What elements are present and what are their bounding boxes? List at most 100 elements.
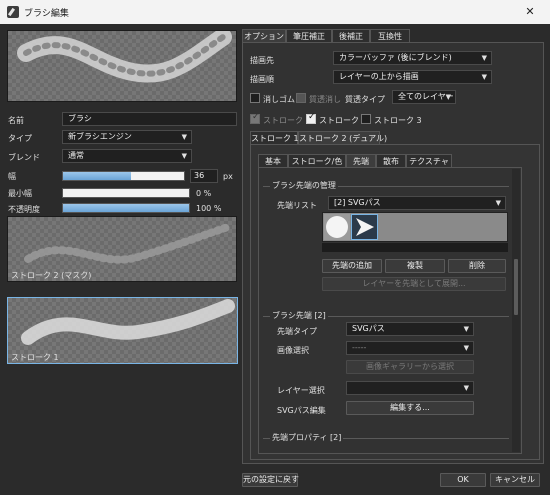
circle-tip-icon	[326, 216, 348, 238]
width-slider[interactable]	[62, 171, 185, 181]
brush-app-icon	[7, 6, 19, 18]
tab-stroke-color[interactable]: ストローク/色	[288, 154, 346, 168]
minwidth-value: 0 %	[196, 189, 212, 198]
draw-order-select[interactable]: レイヤーの上から描画 ▼	[333, 70, 492, 84]
lock-type-label: 質透タイプ	[345, 95, 385, 104]
tip2-title: ブラシ先端 [2]	[270, 310, 328, 321]
delete-tip-button[interactable]: 削除	[448, 259, 506, 273]
tab-stroke1[interactable]: ストローク 1	[250, 131, 299, 145]
add-tip-button[interactable]: 先端の追加	[322, 259, 382, 273]
tip-thumbnail-scroll[interactable]	[322, 243, 508, 252]
transparent-eraser-label: 質透消し	[309, 95, 341, 104]
stroke2-checkbox[interactable]	[306, 112, 316, 124]
layer-select-label: レイヤー選択	[277, 386, 325, 395]
stroke2-preview[interactable]: ストローク 2 (マスク)	[7, 216, 237, 282]
chevron-down-icon: ▼	[481, 73, 487, 81]
tip-list-value: [2] SVGパス	[334, 198, 381, 207]
transparent-eraser-checkbox[interactable]	[296, 93, 306, 103]
close-button[interactable]: ✕	[510, 0, 550, 24]
name-input[interactable]: ブラシ	[62, 112, 237, 126]
chevron-down-icon: ▼	[181, 152, 187, 160]
stroke1-checkbox[interactable]	[250, 112, 260, 124]
opacity-slider-fill	[63, 204, 189, 212]
minwidth-label: 最小幅	[8, 189, 32, 198]
eraser-checkbox[interactable]	[250, 93, 260, 103]
tip-panel-scrollbar[interactable]	[512, 169, 520, 452]
chevron-down-icon: ▼	[481, 54, 487, 62]
lock-type-select[interactable]: 全てのレイヤー ▼	[392, 90, 456, 104]
draw-target-value: カラーバッファ (後にブレンド)	[339, 53, 452, 62]
tip-list-select[interactable]: [2] SVGパス ▼	[328, 196, 506, 210]
tip-manage-title: ブラシ先端の管理	[270, 180, 338, 191]
svg-edit-button[interactable]: 編集する...	[346, 401, 474, 415]
stroke1-check-label: ストローク 1	[263, 116, 311, 125]
width-unit: px	[223, 172, 233, 181]
reset-button[interactable]: 元の設定に戻す	[242, 473, 299, 487]
draw-order-value: レイヤーの上から描画	[339, 72, 419, 81]
scrollbar-thumb[interactable]	[514, 259, 518, 315]
minwidth-slider[interactable]	[62, 188, 190, 198]
chevron-down-icon: ▼	[463, 325, 469, 333]
blend-select-value: 通常	[68, 151, 84, 160]
tab-postcorrection[interactable]: 後補正	[332, 29, 370, 43]
preview-stroke-graphic	[17, 31, 232, 83]
width-input[interactable]: 36	[190, 169, 218, 183]
tip-thumbnail-circle[interactable]	[324, 214, 350, 240]
stroke3-check-label: ストローク 3	[374, 116, 422, 125]
stroke2-check-label: ストローク 2	[319, 116, 367, 125]
stroke1-preview[interactable]: ストローク 1	[7, 297, 238, 364]
stroke1-preview-label: ストローク 1	[11, 353, 59, 362]
stroke3-checkbox[interactable]	[361, 114, 371, 124]
arrow-tip-icon	[356, 218, 374, 236]
chevron-down-icon: ▼	[463, 384, 469, 392]
tip-list-label: 先端リスト	[277, 201, 317, 210]
opacity-label: 不透明度	[8, 205, 40, 214]
layer-as-tip-button[interactable]: レイヤーを先端として展開...	[322, 277, 506, 291]
duplicate-tip-button[interactable]: 複製	[385, 259, 445, 273]
image-select-label: 画像選択	[277, 346, 309, 355]
tip-property-title: 先端プロパティ [2]	[270, 432, 344, 443]
tip-thumbnail-svg[interactable]	[351, 214, 378, 240]
tip-type-select[interactable]: SVGパス ▼	[346, 322, 474, 336]
chevron-down-icon: ▼	[495, 199, 501, 207]
blend-select[interactable]: 通常 ▼	[62, 149, 192, 163]
tab-texture[interactable]: テクスチャ	[406, 154, 452, 168]
draw-order-label: 描画順	[250, 75, 274, 84]
tab-stroke2-dual[interactable]: ストローク 2 (デュアル)	[298, 131, 387, 145]
layer-select[interactable]: ▼	[346, 381, 474, 395]
tab-compat[interactable]: 互換性	[370, 29, 410, 43]
chevron-down-icon: ▼	[463, 344, 469, 352]
gallery-button[interactable]: 画像ギャラリーから選択	[346, 360, 474, 374]
stroke2-preview-label: ストローク 2 (マスク)	[11, 271, 92, 280]
ok-button[interactable]: OK	[440, 473, 486, 487]
tip-type-label: 先端タイプ	[277, 327, 317, 336]
tab-pressure[interactable]: 筆圧補正	[286, 29, 332, 43]
draw-target-select[interactable]: カラーバッファ (後にブレンド) ▼	[333, 51, 492, 65]
title-bar: ブラシ編集 ✕	[0, 0, 550, 24]
close-icon: ✕	[525, 5, 535, 18]
image-select[interactable]: ----- ▼	[346, 341, 474, 355]
width-label: 幅	[8, 172, 16, 181]
opacity-slider[interactable]	[62, 203, 190, 213]
window-title: ブラシ編集	[24, 9, 69, 19]
tab-tip[interactable]: 先端	[346, 154, 376, 168]
tab-options[interactable]: オプション	[242, 29, 286, 43]
width-slider-fill	[63, 172, 131, 180]
image-select-value: -----	[352, 343, 367, 352]
draw-target-label: 描画先	[250, 56, 274, 65]
type-select-value: 新ブラシエンジン	[68, 132, 132, 141]
blend-label: ブレンド	[8, 153, 40, 162]
tab-basic[interactable]: 基本	[258, 154, 288, 168]
tip-thumbnails	[322, 212, 508, 242]
tab-scatter[interactable]: 散布	[376, 154, 406, 168]
brush-preview	[7, 30, 237, 102]
cancel-button[interactable]: キャンセル	[490, 473, 540, 487]
name-label: 名前	[8, 116, 24, 125]
svg-edit-label: SVGパス編集	[277, 406, 326, 415]
type-select[interactable]: 新ブラシエンジン ▼	[62, 130, 192, 144]
chevron-down-icon: ▼	[181, 133, 187, 141]
chevron-down-icon: ▼	[445, 93, 451, 101]
type-label: タイプ	[8, 134, 32, 143]
eraser-label: 消しゴム	[263, 95, 295, 104]
tip-type-value: SVGパス	[352, 324, 385, 333]
